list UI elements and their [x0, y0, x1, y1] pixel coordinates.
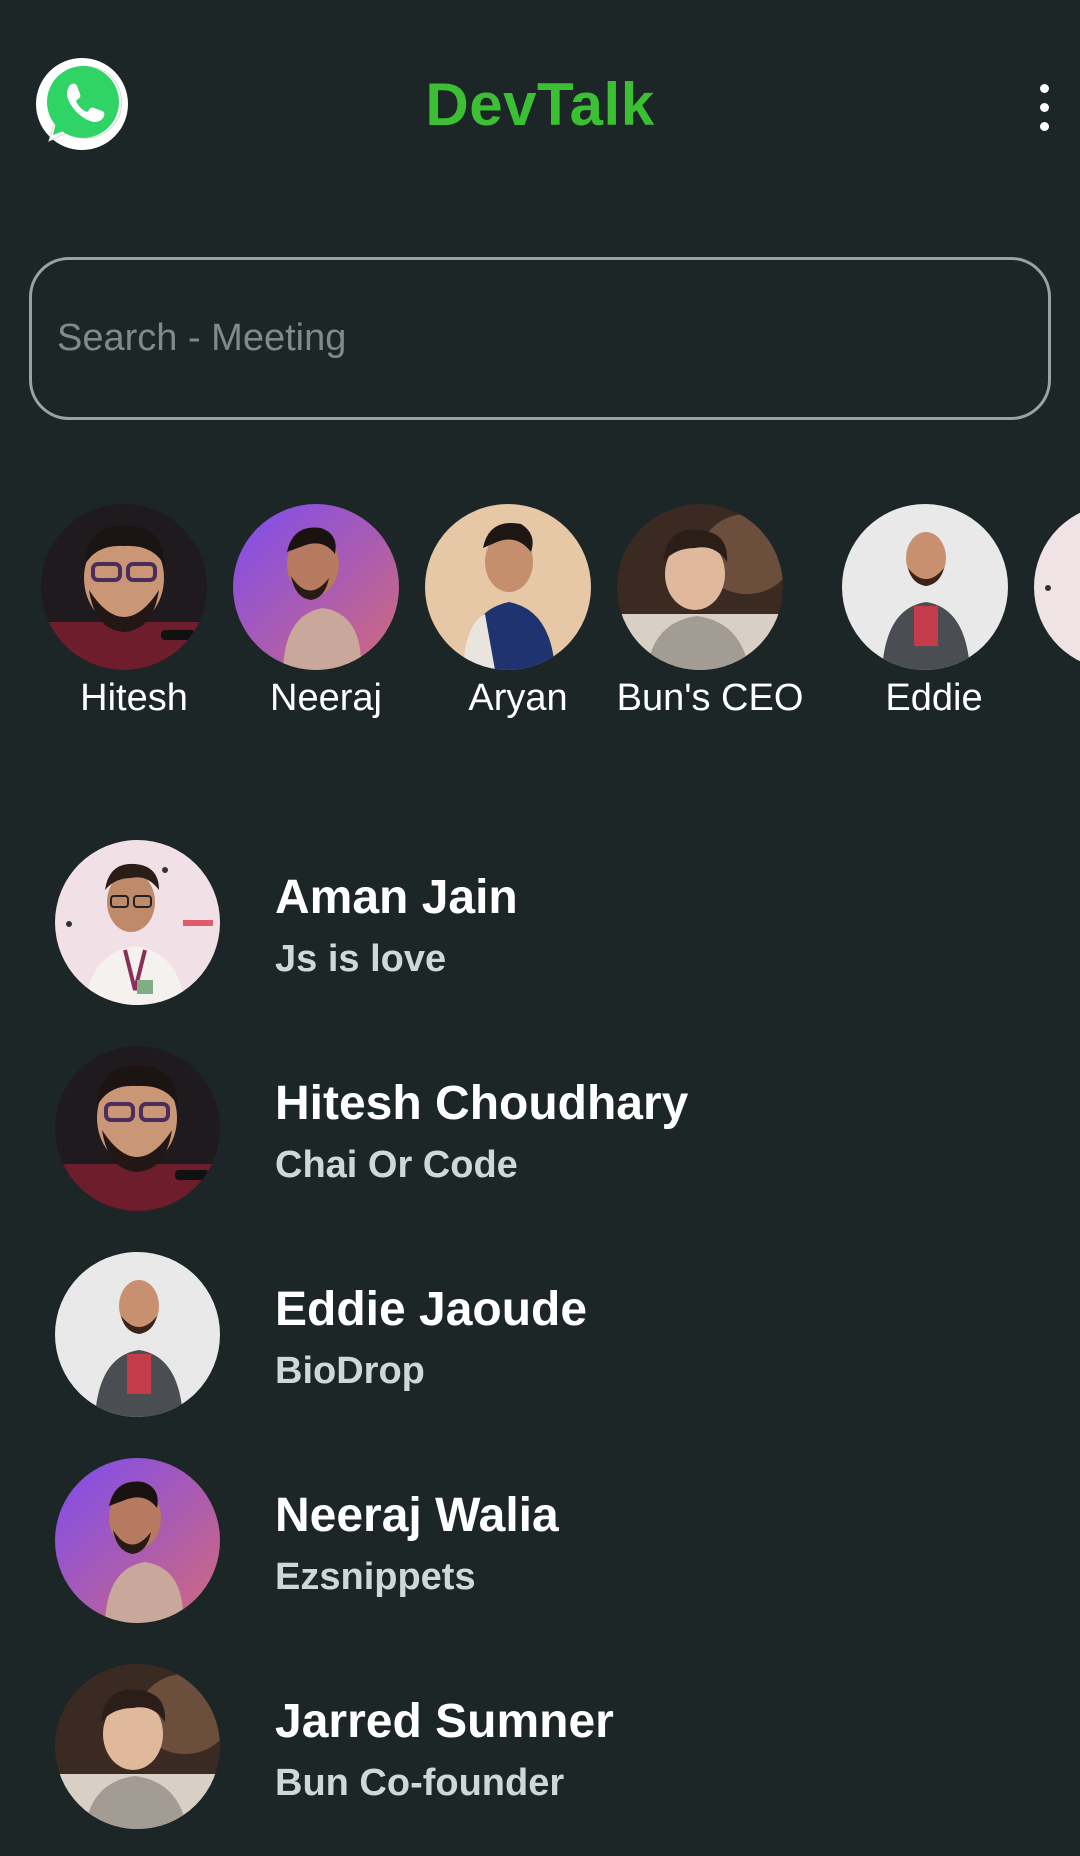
chat-row[interactable]: Hitesh Choudhary Chai Or Code: [0, 1036, 1080, 1216]
contact-avatar[interactable]: [55, 1458, 220, 1623]
app-title: DevTalk: [425, 71, 655, 138]
chat-row[interactable]: Aman Jain Js is love: [0, 830, 1080, 1010]
story-name: Aryan: [468, 677, 568, 719]
stories-row[interactable]: Hitesh Neeraj Aryan Bun's CEO Eddie: [0, 500, 1080, 730]
contact-status: Chai Or Code: [275, 1144, 518, 1186]
story-item[interactable]: Hitesh: [34, 500, 234, 730]
contact-status: BioDrop: [275, 1350, 425, 1392]
contact-status: Ezsnippets: [275, 1556, 476, 1598]
story-item-partial[interactable]: [1034, 500, 1080, 730]
story-name: Neeraj: [270, 677, 382, 719]
contact-name: Hitesh Choudhary: [275, 1077, 689, 1130]
chat-row[interactable]: Neeraj Walia Ezsnippets: [0, 1448, 1080, 1628]
contact-avatar[interactable]: [55, 840, 220, 1005]
story-avatar[interactable]: [425, 504, 591, 670]
story-item[interactable]: Aryan: [418, 500, 618, 730]
more-vert-icon[interactable]: [1030, 80, 1060, 136]
app-header: DevTalk: [0, 0, 1080, 210]
search-input[interactable]: [57, 260, 1017, 417]
contact-status: Bun Co-founder: [275, 1762, 565, 1804]
story-name: Eddie: [885, 677, 983, 719]
story-name: Hitesh: [80, 677, 188, 719]
story-item[interactable]: Neeraj: [226, 500, 426, 730]
contact-status: Js is love: [275, 938, 447, 980]
menu-dot: [1040, 103, 1049, 112]
contact-name: Aman Jain: [275, 871, 518, 924]
contact-avatar[interactable]: [55, 1046, 220, 1211]
story-name: Bun's CEO: [616, 677, 804, 719]
story-avatar[interactable]: [41, 504, 207, 670]
menu-dot: [1040, 84, 1049, 93]
menu-dot: [1040, 122, 1049, 131]
story-avatar[interactable]: [617, 504, 783, 670]
chat-row[interactable]: Jarred Sumner Bun Co-founder: [0, 1654, 1080, 1834]
search-box[interactable]: [29, 257, 1051, 420]
story-item[interactable]: Bun's CEO: [610, 500, 810, 730]
contact-avatar[interactable]: [55, 1664, 220, 1829]
story-avatar[interactable]: [233, 504, 399, 670]
contact-name: Eddie Jaoude: [275, 1283, 588, 1336]
chat-row[interactable]: Eddie Jaoude BioDrop: [0, 1242, 1080, 1422]
contact-avatar[interactable]: [55, 1252, 220, 1417]
story-avatar[interactable]: [1034, 504, 1080, 670]
app-screen: DevTalk Hites: [0, 0, 1080, 1856]
story-avatar[interactable]: [842, 504, 1008, 670]
contact-name: Neeraj Walia: [275, 1489, 559, 1542]
contact-name: Jarred Sumner: [275, 1695, 614, 1748]
story-item[interactable]: Eddie: [834, 500, 1034, 730]
